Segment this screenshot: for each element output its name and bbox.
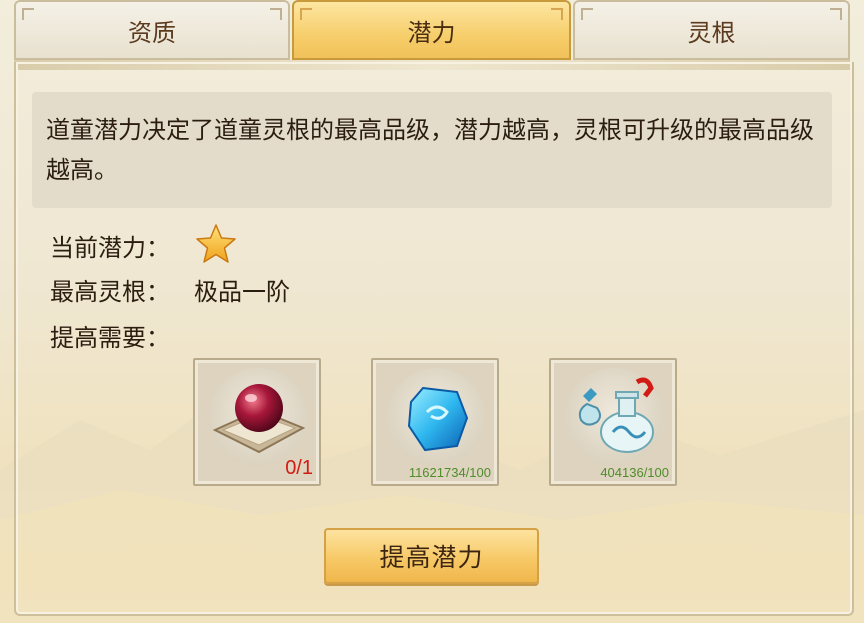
- tab-spirit-root-label: 灵根: [687, 18, 736, 47]
- requirement-item-potion[interactable]: 404136/100: [549, 358, 677, 486]
- tab-spirit-root[interactable]: 灵根: [573, 0, 850, 60]
- max-root-label: 最高灵根：: [50, 278, 170, 306]
- requirement-count-potion: 404136/100: [600, 465, 669, 480]
- potion-bottle-icon: [578, 377, 654, 453]
- increase-potential-button[interactable]: 提高潜力: [324, 528, 539, 584]
- requirement-item-crystal[interactable]: 11621734/100: [371, 358, 499, 486]
- requirement-count-crystal: 11621734/100: [408, 465, 491, 480]
- tab-potential[interactable]: 潜力: [292, 0, 571, 60]
- current-potential-row: 当前潜力：: [50, 224, 236, 263]
- tab-aptitude[interactable]: 资质: [14, 0, 290, 60]
- requirement-count-orb: 0/1: [285, 457, 313, 479]
- potential-panel: 资质 潜力 灵根 道童潜力决定了道童灵根的最高品级，潜力越高，灵根可升级的最高品…: [0, 0, 864, 623]
- blue-crystal-icon: [407, 386, 469, 452]
- max-root-value: 极品一阶: [194, 278, 290, 306]
- requirement-row: 提高需要：: [50, 318, 170, 353]
- description-box: 道童潜力决定了道童灵根的最高品级，潜力越高，灵根可升级的最高品级越高。: [32, 92, 832, 208]
- tab-aptitude-label: 资质: [128, 18, 176, 47]
- current-potential-label: 当前潜力：: [50, 234, 170, 262]
- tab-potential-label: 潜力: [407, 18, 456, 47]
- star-icon: [196, 224, 236, 263]
- requirement-item-orb[interactable]: 0/1: [193, 358, 321, 486]
- red-orb-icon: [212, 384, 306, 454]
- max-root-row: 最高灵根： 极品一阶: [50, 272, 290, 307]
- requirement-label: 提高需要：: [50, 324, 170, 352]
